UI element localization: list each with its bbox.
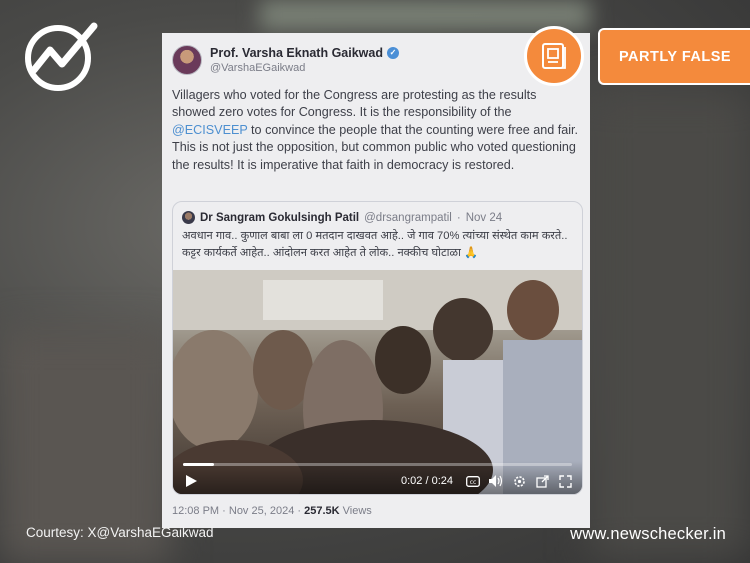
document-badge-icon	[524, 26, 584, 86]
author-name[interactable]: Prof. Varsha Eknath Gaikwad	[210, 46, 383, 60]
quoted-author-handle[interactable]: @drsangrampatil	[364, 212, 452, 224]
site-url[interactable]: www.newschecker.in	[570, 525, 726, 544]
video-progress-bar[interactable]	[183, 463, 572, 466]
mention-link[interactable]: @ECISVEEP	[172, 123, 248, 137]
quoted-date: Nov 24	[465, 211, 503, 224]
play-icon[interactable]	[183, 473, 199, 489]
verdict-label: PARTLY FALSE	[598, 28, 750, 85]
captions-icon[interactable]: cc	[466, 474, 480, 488]
video-player[interactable]: 0:02 / 0:24 cc	[173, 270, 582, 494]
tweet-screenshot-card: Prof. Varsha Eknath Gaikwad ✓ @VarshaEGa…	[162, 33, 590, 528]
avatar[interactable]	[172, 45, 202, 75]
quoted-tweet[interactable]: Dr Sangram Gokulsingh Patil @drsangrampa…	[172, 201, 583, 495]
newschecker-logo-icon	[20, 18, 102, 92]
video-controls: 0:02 / 0:24 cc	[173, 461, 582, 494]
tweet-text: Villagers who voted for the Congress are…	[172, 88, 579, 172]
quoted-tweet-text: अवधान गाव.. कुणाल बाबा ला 0 मतदान दाखवत …	[182, 230, 568, 259]
volume-icon[interactable]	[489, 474, 503, 488]
svg-text:cc: cc	[470, 479, 477, 486]
tweet-date[interactable]: Nov 25, 2024	[229, 505, 294, 517]
tweet-footer: 12:08 PM · Nov 25, 2024 · 257.5K Views	[172, 505, 372, 517]
pop-out-icon[interactable]	[535, 474, 549, 488]
courtesy-credit: Courtesy: X@VarshaEGaikwad	[26, 525, 214, 540]
video-time: 0:02 / 0:24	[400, 475, 453, 487]
tweet-time[interactable]: 12:08 PM	[172, 505, 219, 517]
tweet-header: Prof. Varsha Eknath Gaikwad ✓ @VarshaEGa…	[172, 45, 399, 75]
verified-badge-icon: ✓	[386, 47, 399, 59]
author-handle[interactable]: @VarshaEGaikwad	[210, 62, 399, 74]
views-label: Views	[342, 505, 372, 517]
settings-gear-icon[interactable]	[512, 474, 526, 488]
views-count: 257.5K	[304, 505, 340, 517]
quoted-tweet-header: Dr Sangram Gokulsingh Patil @drsangrampa…	[182, 211, 502, 224]
avatar[interactable]	[182, 211, 195, 224]
quoted-author-name[interactable]: Dr Sangram Gokulsingh Patil	[200, 212, 359, 224]
fullscreen-icon[interactable]	[558, 474, 572, 488]
